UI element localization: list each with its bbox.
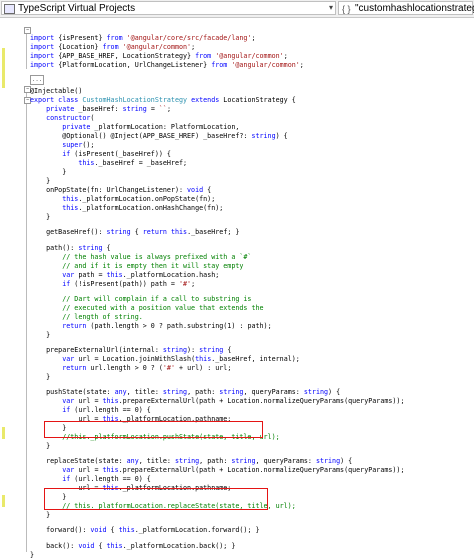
code-line: return (path.length > 0 ? path.substring… (62, 322, 272, 330)
code-line: back(): void { this._platformLocation.ba… (30, 542, 236, 550)
chevron-down-icon[interactable]: ▾ (329, 1, 333, 15)
change-marker (2, 427, 5, 439)
project-dropdown-label: TypeScript Virtual Projects (18, 3, 136, 14)
code-line: } (30, 551, 35, 559)
code-line: this._platformLocation.onHashChange(fn); (62, 204, 224, 212)
code-line: import {PlatformLocation, UrlChangeListe… (30, 61, 304, 69)
collapsed-region[interactable]: ... (30, 75, 44, 85)
member-dropdown-label: "customhashlocationstrategy" (355, 3, 474, 14)
code-line: getBaseHref(): string { return this._bas… (30, 228, 240, 236)
code-line: } (30, 213, 51, 221)
editor-navigation-bar: TypeScript Virtual Projects ▾ { } "custo… (0, 0, 474, 18)
code-line: } (30, 331, 51, 339)
change-marker (2, 495, 5, 507)
fold-guide (26, 90, 27, 552)
code-line: forward(): void { this._platformLocation… (30, 526, 260, 534)
braces-icon: { } (342, 4, 351, 14)
code-line: return url.length > 0 ? ('#' + url) : ur… (62, 364, 232, 372)
change-marker (2, 48, 5, 88)
code-line: } (30, 373, 51, 381)
project-icon (4, 4, 15, 14)
change-margin (0, 17, 10, 557)
code-line: } (30, 511, 51, 519)
code-line: } (30, 442, 51, 450)
highlight-box-pushstate (44, 421, 263, 438)
highlight-box-replacestate (44, 488, 268, 510)
member-dropdown[interactable]: { } "customhashlocationstrategy" (338, 1, 474, 15)
project-dropdown[interactable]: TypeScript Virtual Projects ▾ (1, 1, 336, 15)
code-line: if (!isPresent(path)) path = '#'; (62, 280, 196, 288)
